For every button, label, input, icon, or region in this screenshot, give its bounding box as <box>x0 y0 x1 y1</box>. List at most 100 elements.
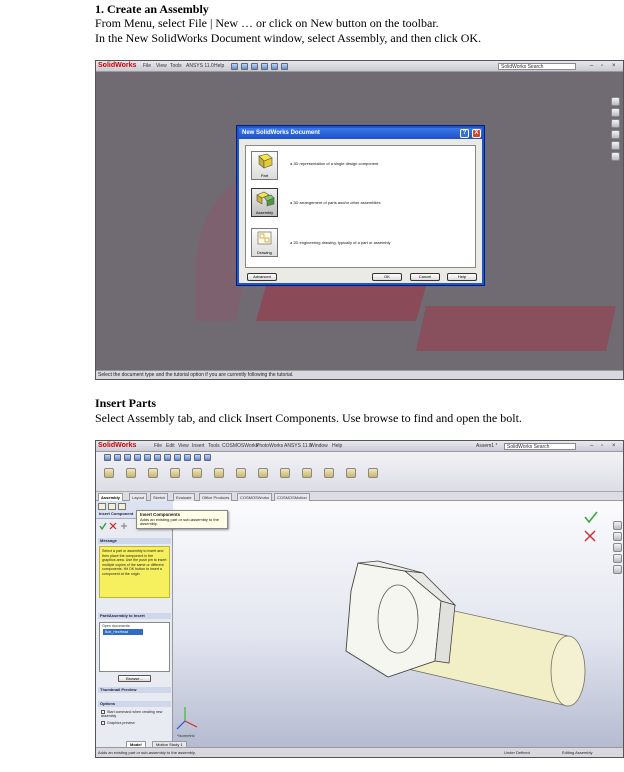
menu-view[interactable]: View <box>178 443 189 449</box>
list-item-bolt[interactable]: Bolt_HexHead <box>103 629 143 635</box>
open-document-icon[interactable] <box>241 63 248 70</box>
graphics-preview-label: Graphics preview <box>107 721 135 725</box>
save-icon[interactable] <box>251 63 258 70</box>
view-palette-icon[interactable] <box>613 554 622 563</box>
undo-icon[interactable] <box>271 63 278 70</box>
help-icon[interactable]: ? <box>460 129 469 138</box>
appearances-icon[interactable] <box>611 141 620 150</box>
reference-geometry-button[interactable] <box>256 468 270 484</box>
resources-icon[interactable] <box>613 521 622 530</box>
menu-window[interactable]: Window <box>310 443 328 449</box>
design-library-icon[interactable] <box>611 108 620 117</box>
tab-assembly[interactable]: Assembly <box>98 493 123 501</box>
close-icon[interactable]: × <box>612 443 616 449</box>
menu-view[interactable]: View <box>156 63 167 69</box>
menu-photoworks[interactable]: PhotoWorks <box>256 443 283 449</box>
minimize-icon[interactable]: – <box>590 443 593 449</box>
new-document-icon[interactable] <box>231 63 238 70</box>
mate-button[interactable] <box>124 468 138 484</box>
view-icon[interactable] <box>194 454 201 461</box>
ok-button[interactable]: OK <box>372 273 402 281</box>
cancel-button[interactable]: Cancel <box>410 273 440 281</box>
bill-of-materials-button[interactable] <box>300 468 314 484</box>
show-hidden-button[interactable] <box>212 468 226 484</box>
tab-sketch[interactable]: Sketch <box>150 493 169 501</box>
menu-cosmosworks[interactable]: COSMOSWorks <box>222 443 258 449</box>
drawing-type-button[interactable]: Drawing <box>251 228 278 257</box>
push-pin-icon[interactable] <box>121 523 127 529</box>
search-input[interactable]: SolidWorks Search <box>498 63 576 70</box>
rebuild-icon[interactable] <box>174 454 181 461</box>
insert-components-button[interactable] <box>102 468 116 484</box>
message-section-title[interactable]: Message <box>98 538 171 544</box>
select-icon[interactable] <box>164 454 171 461</box>
tab-evaluate[interactable]: Evaluate <box>173 493 195 501</box>
exploded-view-icon <box>324 468 334 478</box>
menu-file[interactable]: File <box>143 63 151 69</box>
motion-study-icon <box>280 468 290 478</box>
graphics-preview-checkbox[interactable] <box>101 721 105 726</box>
tab-cosmosworks[interactable]: COSMOSWorks <box>237 493 273 501</box>
ok-check-icon[interactable] <box>99 522 107 530</box>
options-icon[interactable] <box>281 63 288 70</box>
close-icon[interactable]: × <box>612 63 616 69</box>
feature-manager-icon[interactable] <box>98 503 106 510</box>
tab-cosmosmotion[interactable]: COSMOSMotion <box>274 493 310 501</box>
advanced-button[interactable]: Advanced <box>247 273 277 281</box>
part-to-insert-section-title[interactable]: Part/Assembly to Insert <box>98 613 171 619</box>
new-motion-study-button[interactable] <box>278 468 292 484</box>
undo-icon[interactable] <box>154 454 161 461</box>
interference-detection-button[interactable] <box>344 468 358 484</box>
custom-properties-icon[interactable] <box>611 152 620 161</box>
open-document-icon[interactable] <box>124 454 131 461</box>
thumbnail-preview-section-title[interactable]: Thumbnail Preview <box>98 687 171 693</box>
menu-help[interactable]: Help <box>332 443 342 449</box>
menu-help[interactable]: Help <box>214 63 224 69</box>
menu-tools[interactable]: Tools <box>170 63 182 69</box>
display-icon[interactable] <box>204 454 211 461</box>
assembly-type-button[interactable]: Assembly <box>251 188 278 217</box>
tab-layout[interactable]: Layout <box>129 493 148 501</box>
property-manager-icon[interactable] <box>108 503 116 510</box>
help-button[interactable]: Help <box>447 273 477 281</box>
menu-ansys[interactable]: ANSYS 11.0 <box>284 443 312 449</box>
exploded-view-button[interactable] <box>322 468 336 484</box>
document-title: Assem1 * <box>476 443 498 449</box>
assembly-features-button[interactable] <box>234 468 248 484</box>
tab-office-products[interactable]: Office Products <box>199 493 233 501</box>
pin-icon[interactable] <box>104 454 111 461</box>
search-input[interactable]: SolidWorks Search <box>504 443 576 450</box>
print-icon[interactable] <box>144 454 151 461</box>
appearances-icon[interactable] <box>613 565 622 574</box>
options-icon[interactable] <box>184 454 191 461</box>
design-library-icon[interactable] <box>613 532 622 541</box>
smart-fasteners-button[interactable] <box>168 468 182 484</box>
options-section-title[interactable]: Options <box>98 701 171 707</box>
restore-icon[interactable]: ▫ <box>601 63 603 69</box>
menu-insert[interactable]: Insert <box>192 443 205 449</box>
print-icon[interactable] <box>261 63 268 70</box>
resources-icon[interactable] <box>611 97 620 106</box>
option-graphics-preview[interactable]: Graphics preview <box>101 721 135 726</box>
menu-ansys[interactable]: ANSYS 11.0 <box>186 63 214 69</box>
part-type-button[interactable]: Part <box>251 151 278 180</box>
close-icon[interactable]: X <box>472 129 481 138</box>
view-palette-icon[interactable] <box>611 130 620 139</box>
menu-tools[interactable]: Tools <box>208 443 220 449</box>
graphics-area[interactable]: *Isometric <box>173 501 623 749</box>
move-component-button[interactable] <box>190 468 204 484</box>
file-explorer-icon[interactable] <box>613 543 622 552</box>
instant3d-button[interactable] <box>366 468 380 484</box>
menu-file[interactable]: File <box>154 443 162 449</box>
minimize-icon[interactable]: – <box>590 63 593 69</box>
save-icon[interactable] <box>134 454 141 461</box>
configuration-manager-icon[interactable] <box>118 503 126 510</box>
menu-edit[interactable]: Edit <box>166 443 175 449</box>
restore-icon[interactable]: ▫ <box>601 443 603 449</box>
new-document-icon[interactable] <box>114 454 121 461</box>
file-explorer-icon[interactable] <box>611 119 620 128</box>
component-pattern-button[interactable] <box>146 468 160 484</box>
browse-button[interactable]: Browse... <box>118 675 151 682</box>
option-start-command[interactable]: Start command when creating new assembly <box>101 710 172 718</box>
cancel-x-icon[interactable] <box>109 522 117 530</box>
